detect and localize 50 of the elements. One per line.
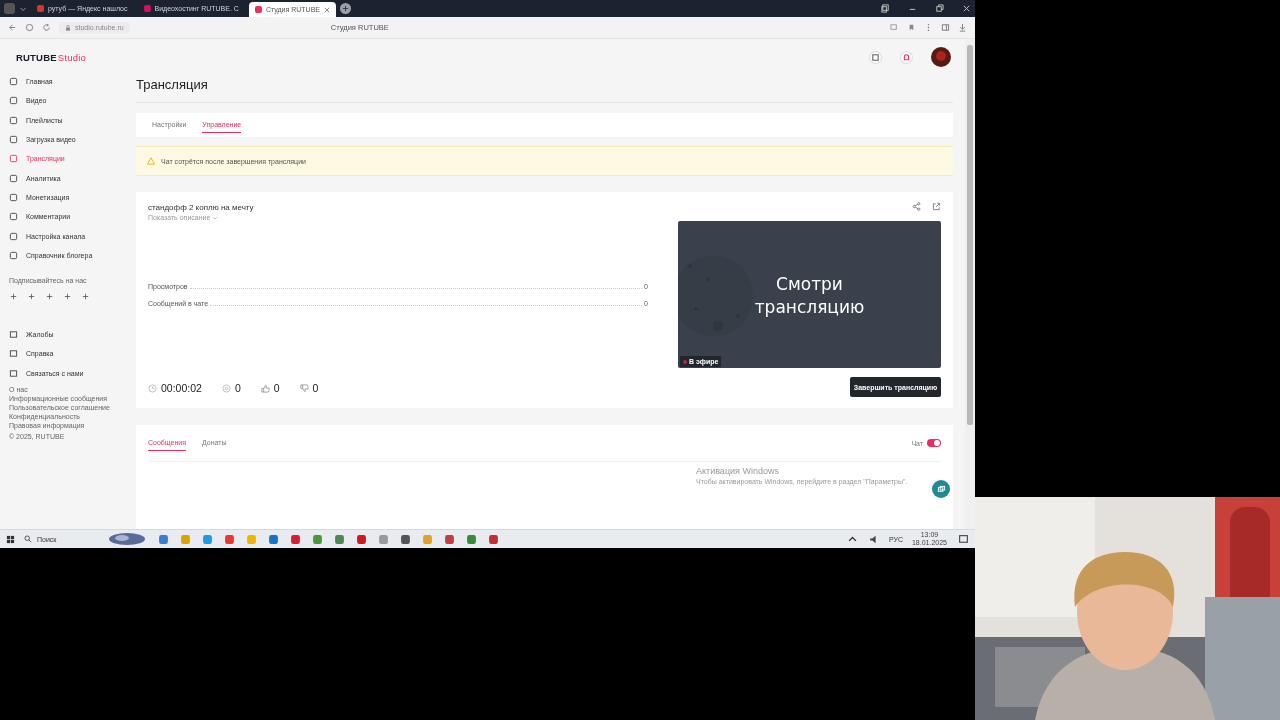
stream-title: стандофф 2 коплю на мечту bbox=[148, 203, 255, 212]
avatar[interactable] bbox=[931, 47, 951, 67]
new-tab-button[interactable] bbox=[340, 3, 351, 14]
windows-start-icon[interactable] bbox=[6, 534, 15, 544]
chat-icon bbox=[936, 484, 946, 494]
favicon-icon bbox=[143, 5, 151, 12]
app-icon[interactable] bbox=[158, 533, 169, 545]
notifications-icon[interactable] bbox=[958, 533, 969, 545]
plus-icon[interactable] bbox=[81, 291, 90, 301]
search-icon bbox=[24, 535, 32, 543]
app-icon[interactable] bbox=[400, 533, 411, 545]
app-icon[interactable] bbox=[312, 533, 323, 545]
support-chat-button[interactable] bbox=[932, 480, 950, 498]
browser-menu-icon[interactable] bbox=[4, 3, 15, 14]
share-icon[interactable] bbox=[912, 202, 921, 211]
download-icon[interactable] bbox=[958, 23, 967, 32]
bell-icon[interactable] bbox=[900, 50, 913, 64]
collections-icon[interactable] bbox=[881, 4, 890, 13]
scrollbar-thumb[interactable] bbox=[967, 45, 973, 425]
dislike-count: 0 bbox=[312, 382, 319, 394]
thumbs-up-icon bbox=[260, 383, 270, 393]
app-icon[interactable] bbox=[290, 533, 301, 545]
app-icon[interactable] bbox=[466, 533, 477, 545]
like-count: 0 bbox=[273, 382, 280, 394]
app-icon[interactable] bbox=[224, 533, 235, 545]
app-icon[interactable] bbox=[444, 533, 455, 545]
favicon-icon bbox=[37, 5, 44, 12]
sidebar-icon[interactable] bbox=[941, 23, 950, 32]
chat-toggle[interactable] bbox=[927, 439, 941, 447]
thumbs-down-icon bbox=[299, 383, 309, 393]
viewer-count: 0 bbox=[234, 382, 241, 394]
external-link-icon[interactable] bbox=[932, 202, 941, 211]
page-heading: Трансляция bbox=[136, 77, 953, 103]
duration: 00:00:02 bbox=[161, 382, 202, 394]
player-overlay-text: Смотри трансляцию bbox=[753, 273, 866, 319]
app-icon[interactable] bbox=[334, 533, 345, 545]
bookmark-icon[interactable] bbox=[907, 23, 916, 32]
favicon-icon bbox=[254, 6, 262, 13]
eye-icon bbox=[221, 383, 231, 393]
restore-icon[interactable] bbox=[935, 4, 944, 13]
app-icon[interactable] bbox=[268, 533, 279, 545]
reload-icon[interactable] bbox=[42, 23, 51, 32]
warning-icon bbox=[147, 157, 155, 165]
app-icon[interactable] bbox=[356, 533, 367, 545]
activation-title: Активация Windows bbox=[696, 466, 780, 476]
app-icon[interactable] bbox=[488, 533, 499, 545]
lock-icon bbox=[65, 24, 71, 31]
logo[interactable]: RUTUBEStudio bbox=[16, 52, 86, 63]
back-icon[interactable] bbox=[8, 23, 17, 32]
clock-icon bbox=[148, 383, 157, 393]
